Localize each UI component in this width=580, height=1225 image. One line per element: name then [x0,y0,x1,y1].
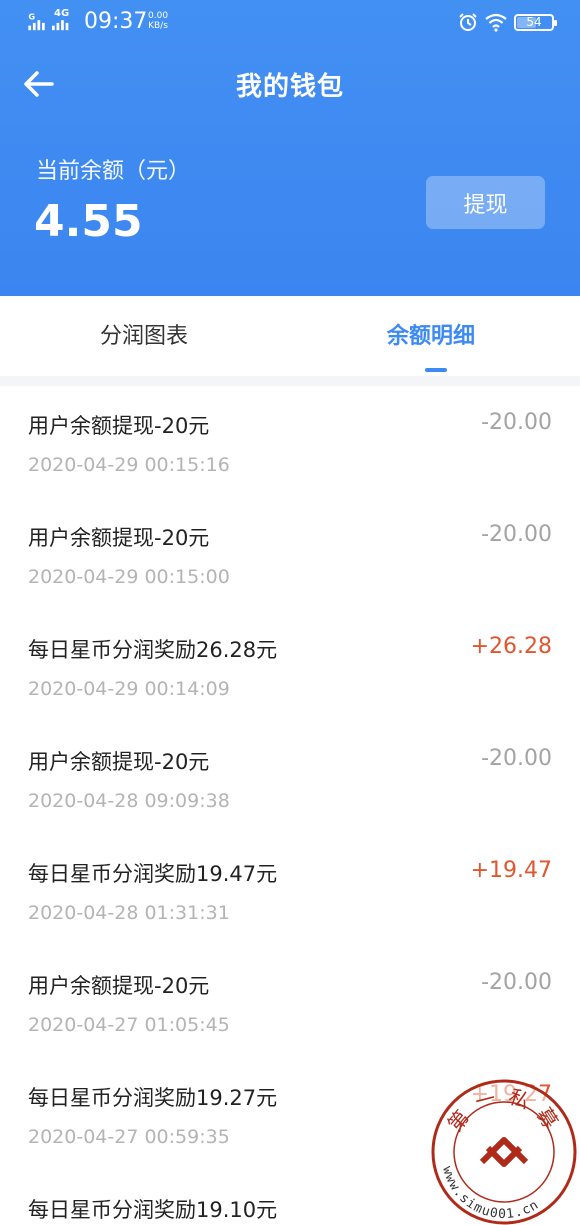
section-divider [0,376,580,386]
transaction-title: 每日星币分润奖励19.47元 [28,862,278,886]
transaction-amount: -20.00 [481,970,552,995]
list-item[interactable]: 用户余额提现-20元 2020-04-29 00:15:00 -20.00 [0,498,580,610]
network-speed: 0.00 KB/s [148,11,168,31]
tab-balance-detail[interactable]: 余额明细 [387,318,475,350]
transaction-time: 2020-04-29 00:14:09 [28,678,230,700]
transaction-amount: -20.00 [481,746,552,771]
status-time: 09:37 [84,9,148,34]
transaction-title: 用户余额提现-20元 [28,414,210,438]
transaction-title: 用户余额提现-20元 [28,974,210,998]
transaction-time: 2020-04-27 00:59:35 [28,1126,230,1148]
transaction-amount: +26.28 [470,634,552,659]
balance-label: 当前余额（元） [36,159,191,184]
list-item[interactable]: 每日星币分润奖励19.47元 2020-04-28 01:31:31 +19.4… [0,834,580,946]
status-bar: G 4G 09:37 0.00 KB/s 54 [0,0,580,46]
watermark-seal: 第一私募 www.simu001.cn [431,1079,577,1225]
withdraw-button[interactable]: 提现 [426,176,545,229]
alarm-icon [459,13,477,31]
list-item[interactable]: 用户余额提现-20元 2020-04-29 00:15:16 -20.00 [0,386,580,498]
active-tab-indicator [425,368,447,372]
transaction-time: 2020-04-29 00:15:16 [28,454,230,476]
transaction-title: 用户余额提现-20元 [28,750,210,774]
list-item[interactable]: 每日星币分润奖励26.28元 2020-04-29 00:14:09 +26.2… [0,610,580,722]
transaction-title: 每日星币分润奖励19.27元 [28,1086,278,1110]
speed-unit: KB/s [148,21,168,31]
transaction-time: 2020-04-27 01:05:45 [28,1014,230,1036]
battery-level-text: 54 [526,15,542,29]
battery-icon: 54 [514,14,557,31]
transaction-time: 2020-04-29 00:15:00 [28,566,230,588]
balance-amount: 4.55 [34,196,143,247]
signal-icon: G [28,12,69,31]
list-item[interactable]: 用户余额提现-20元 2020-04-27 01:05:45 -20.00 [0,946,580,1058]
transaction-amount: -20.00 [481,522,552,547]
network-type-label: 4G [54,8,70,19]
speed-value: 0.00 [148,11,169,21]
transaction-title: 每日星币分润奖励26.28元 [28,638,278,662]
transaction-title: 每日星币分润奖励19.10元 [28,1198,278,1222]
transaction-time: 2020-04-28 01:31:31 [28,902,230,924]
tab-profit-chart[interactable]: 分润图表 [100,318,188,350]
transaction-amount: -20.00 [481,410,552,435]
page-title: 我的钱包 [235,72,344,102]
wallet-header: G 4G 09:37 0.00 KB/s 54 我的钱包 当前余额（元） 4.5… [0,0,580,296]
transaction-title: 用户余额提现-20元 [28,526,210,550]
svg-text:G: G [28,12,35,21]
transaction-amount: +19.47 [470,858,552,883]
list-item[interactable]: 用户余额提现-20元 2020-04-28 09:09:38 -20.00 [0,722,580,834]
transaction-time: 2020-04-28 09:09:38 [28,790,230,812]
wifi-icon [485,13,507,32]
tab-bar: 分润图表 余额明细 [0,296,580,376]
